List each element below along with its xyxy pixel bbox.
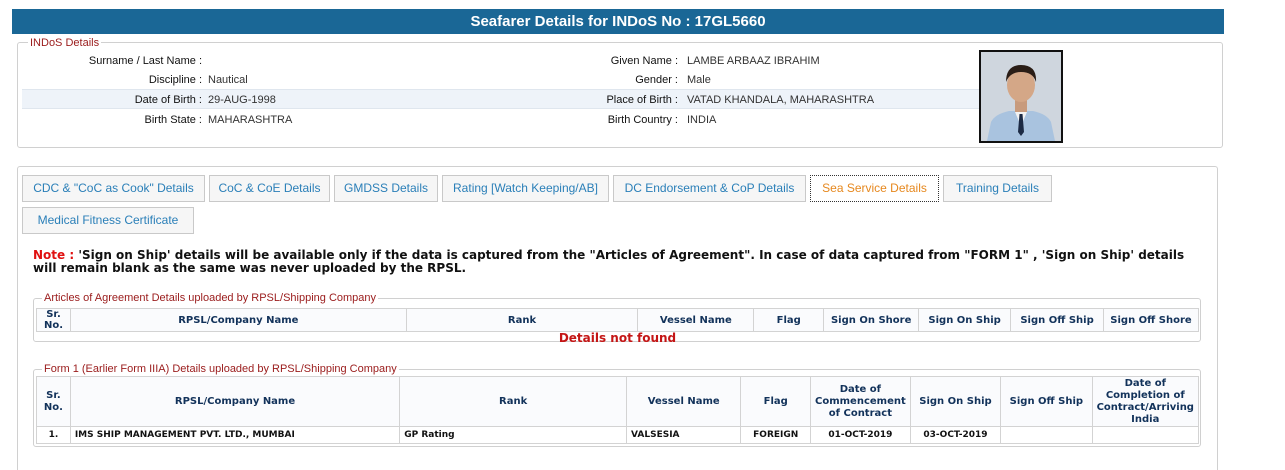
discipline-value: Nautical (208, 74, 248, 86)
col-sign-on-ship: Sign On Ship (918, 308, 1012, 332)
aoa-legend: Articles of Agreement Details uploaded b… (42, 292, 379, 304)
page-title: Seafarer Details for INDoS No : 17GL5660 (12, 9, 1224, 34)
tab-training[interactable]: Training Details (943, 175, 1052, 202)
col-sr-no: Sr. No. (36, 308, 71, 332)
tab-medical-fitness[interactable]: Medical Fitness Certificate (22, 207, 194, 234)
place-of-birth-label: Place of Birth : (606, 94, 678, 106)
surname-label: Surname / Last Name : (88, 55, 202, 67)
note-text: Note : 'Sign on Ship' details will be av… (33, 249, 1193, 275)
detail-row: Discipline : Nautical Gender : Male (22, 70, 982, 90)
cell-sign-off-ship (1000, 426, 1093, 444)
cell-rank: GP Rating (399, 426, 628, 444)
col-company: RPSL/Company Name (69, 376, 401, 427)
cell-vessel: VALSESIA (626, 426, 742, 444)
tab-cdc-cook[interactable]: CDC & "CoC as Cook" Details (22, 175, 205, 202)
table-row: 1. IMS SHIP MANAGEMENT PVT. LTD., MUMBAI… (36, 426, 1200, 444)
cell-company: IMS SHIP MANAGEMENT PVT. LTD., MUMBAI (69, 426, 401, 444)
birth-country-label: Birth Country : (607, 114, 678, 126)
form1-legend: Form 1 (Earlier Form IIIA) Details uploa… (42, 363, 399, 375)
cell-commencement: 01-OCT-2019 (810, 426, 911, 444)
aoa-panel: Articles of Agreement Details uploaded b… (33, 292, 1201, 345)
dob-value: 29-AUG-1998 (208, 94, 276, 106)
col-vessel: Vessel Name (637, 308, 755, 332)
col-company: RPSL/Company Name (69, 308, 407, 332)
person-icon (981, 52, 1061, 141)
detail-row: Surname / Last Name : Given Name : LAMBE… (22, 51, 982, 71)
detail-row: Birth State : MAHARASHTRA Birth Country … (22, 110, 982, 130)
col-sign-off-ship: Sign Off Ship (1010, 308, 1104, 332)
cell-sign-on-ship: 03-OCT-2019 (909, 426, 1002, 444)
tab-rating-watch-keeping[interactable]: Rating [Watch Keeping/AB] (442, 175, 609, 202)
col-sign-on-shore: Sign On Shore (823, 308, 920, 332)
col-sign-off-shore: Sign Off Shore (1103, 308, 1199, 332)
gender-value: Male (687, 74, 711, 86)
tab-dc-endorsement[interactable]: DC Endorsement & CoP Details (613, 175, 806, 202)
col-completion: Date of Completion of Contract/Arriving … (1091, 376, 1200, 427)
col-commencement: Date of Commencement of Contract (810, 376, 911, 427)
tab-sea-service[interactable]: Sea Service Details (810, 175, 939, 202)
details-not-found: Details not found (558, 331, 677, 346)
discipline-label: Discipline : (148, 74, 202, 86)
col-vessel: Vessel Name (626, 376, 742, 427)
col-sign-on-ship: Sign On Ship (909, 376, 1002, 427)
note-body: 'Sign on Ship' details will be available… (33, 248, 1185, 275)
col-rank: Rank (405, 308, 639, 332)
gender-label: Gender : (635, 74, 678, 86)
cell-completion (1091, 426, 1200, 444)
tab-coc-coe[interactable]: CoC & CoE Details (209, 175, 330, 202)
birth-state-label: Birth State : (144, 114, 202, 126)
birth-state-value: MAHARASHTRA (208, 114, 293, 126)
cell-sr-no: 1. (36, 426, 71, 444)
note-label: Note : (33, 248, 75, 262)
detail-row: Date of Birth : 29-AUG-1998 Place of Bir… (22, 89, 982, 109)
given-name-value: LAMBE ARBAAZ IBRAHIM (687, 55, 820, 67)
col-sr-no: Sr. No. (36, 376, 71, 427)
form1-table: Sr. No. RPSL/Company Name Rank Vessel Na… (36, 376, 1200, 444)
cell-flag: FOREIGN (740, 426, 811, 444)
seafarer-photo (979, 50, 1063, 143)
col-flag: Flag (753, 308, 825, 332)
given-name-label: Given Name : (610, 55, 678, 67)
tab-gmdss[interactable]: GMDSS Details (334, 175, 438, 202)
col-sign-off-ship: Sign Off Ship (1000, 376, 1093, 427)
birth-country-value: INDIA (687, 114, 717, 126)
form1-panel: Form 1 (Earlier Form IIIA) Details uploa… (33, 363, 1201, 447)
place-of-birth-value: VATAD KHANDALA, MAHARASHTRA (687, 94, 875, 106)
aoa-empty-row: Details not found (37, 332, 1199, 346)
col-flag: Flag (740, 376, 811, 427)
indos-legend: INDoS Details (28, 37, 102, 49)
form1-header-row: Sr. No. RPSL/Company Name Rank Vessel Na… (36, 376, 1200, 427)
dob-label: Date of Birth : (134, 94, 202, 106)
aoa-header-row: Sr. No. RPSL/Company Name Rank Vessel Na… (36, 308, 1199, 332)
aoa-table: Sr. No. RPSL/Company Name Rank Vessel Na… (36, 308, 1199, 346)
col-rank: Rank (399, 376, 628, 427)
